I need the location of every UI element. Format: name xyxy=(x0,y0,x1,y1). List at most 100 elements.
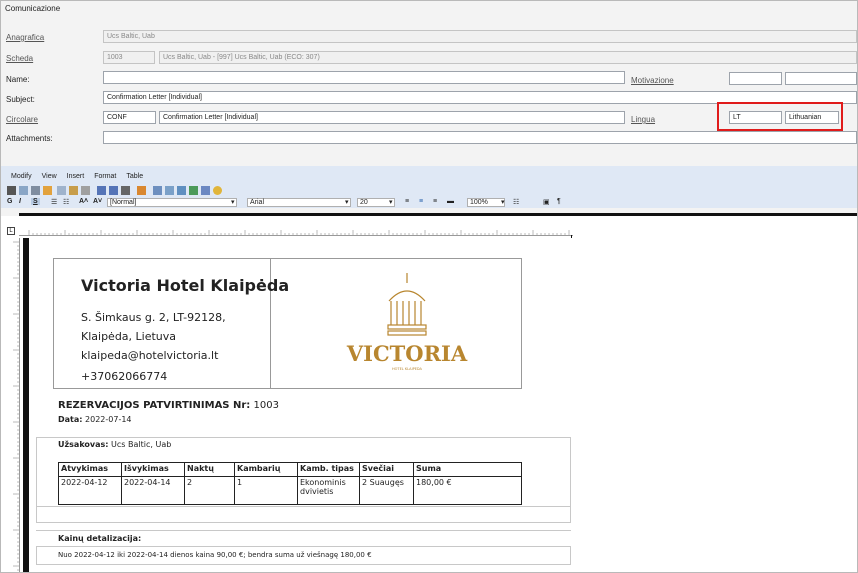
bullets-icon[interactable]: ☰ xyxy=(51,198,57,206)
name-field[interactable] xyxy=(103,71,625,84)
table-row: 2022-04-12 2022-04-14 2 1 Ekonominis dvi… xyxy=(58,476,522,505)
col-rooms: Kambarių xyxy=(234,462,298,477)
motivazione-field[interactable] xyxy=(785,72,857,85)
font-select[interactable]: Arial xyxy=(247,198,351,207)
align-center-icon[interactable]: ≡ xyxy=(419,198,423,205)
circolare-link[interactable]: Circolare xyxy=(6,115,38,124)
scheda-link[interactable]: Scheda xyxy=(6,54,33,63)
cell-sum: 180,00 € xyxy=(413,476,522,505)
highlight-box xyxy=(717,102,843,131)
window-title: Comunicazione xyxy=(5,4,61,13)
image-icon[interactable] xyxy=(153,186,162,195)
preview-icon[interactable] xyxy=(31,186,40,195)
details-text: Nuo 2022-04-12 iki 2022-04-14 dienos kai… xyxy=(58,551,372,559)
name-label: Name: xyxy=(6,75,30,84)
confirmation-heading: REZERVACIJOS PATVIRTINIMAS Nr: 1003 xyxy=(58,400,279,411)
smiley-icon[interactable] xyxy=(213,186,222,195)
hotel-email: klaipeda@hotelvictoria.lt xyxy=(81,349,219,362)
page-margin-bar xyxy=(23,238,29,572)
justify-icon[interactable]: ▬ xyxy=(447,198,454,205)
editor-menu: Modify View Insert Format Table xyxy=(11,173,153,180)
print-icon[interactable] xyxy=(7,186,16,195)
editor-toolbar-area: Modify View Insert Format Table G I S ☰ … xyxy=(1,166,857,208)
undo-icon[interactable] xyxy=(97,186,106,195)
hotel-address-1: S. Šimkaus g. 2, LT-92128, xyxy=(81,311,226,324)
hotel-phone: +37062066774 xyxy=(81,370,168,383)
italic-icon[interactable]: I xyxy=(19,198,21,205)
paste-icon[interactable] xyxy=(69,186,78,195)
circolare-code-field[interactable]: CONF xyxy=(103,111,156,124)
subject-label: Subject: xyxy=(6,95,35,104)
date-value: 2022-07-14 xyxy=(85,415,132,424)
zoom-dropdown-icon[interactable]: ▾ xyxy=(501,198,505,206)
details-label: Kainų detalizacija: xyxy=(58,534,142,543)
scheda-code-field: 1003 xyxy=(103,51,155,64)
cell-room-type: Ekonominis dvivietis xyxy=(297,476,360,505)
frame-icon[interactable] xyxy=(165,186,174,195)
col-room-type: Kamb. tipas xyxy=(297,462,360,477)
horizontal-ruler[interactable] xyxy=(19,225,573,236)
menu-insert[interactable]: Insert xyxy=(67,173,85,180)
grow-font-icon[interactable]: A˄ xyxy=(79,198,88,205)
col-departure: Išvykimas xyxy=(121,462,185,477)
picture-icon[interactable] xyxy=(177,186,186,195)
orderer-line: Užsakovas: Ucs Baltic, Uab xyxy=(58,440,171,449)
heading-number: 1003 xyxy=(253,400,279,411)
size-dropdown-icon[interactable]: ▾ xyxy=(389,198,393,206)
anagrafica-field: Ucs Baltic, Uab xyxy=(103,30,857,43)
chart-icon[interactable] xyxy=(189,186,198,195)
cell-nights: 2 xyxy=(184,476,235,505)
redo-icon[interactable] xyxy=(109,186,118,195)
find-icon[interactable] xyxy=(121,186,130,195)
cut-icon[interactable] xyxy=(43,186,52,195)
vertical-ruler[interactable] xyxy=(5,238,20,573)
pilcrow-icon[interactable]: ¶ xyxy=(557,198,561,205)
col-sum: Suma xyxy=(413,462,522,477)
style-dropdown-icon[interactable]: ▾ xyxy=(231,198,235,206)
col-guests: Svečiai xyxy=(359,462,414,477)
window-icon[interactable] xyxy=(201,186,210,195)
hotel-address-2: Klaipėda, Lietuva xyxy=(81,330,177,343)
frame-divider xyxy=(36,506,571,507)
attachments-field[interactable] xyxy=(103,131,857,144)
table-icon[interactable] xyxy=(137,186,146,195)
menu-format[interactable]: Format xyxy=(94,173,116,180)
page-icon[interactable] xyxy=(19,186,28,195)
lingua-link[interactable]: Lingua xyxy=(631,115,655,124)
menu-view[interactable]: View xyxy=(42,173,57,180)
anagrafica-link[interactable]: Anagrafica xyxy=(6,33,44,42)
cell-rooms: 1 xyxy=(234,476,298,505)
editor-icon-row xyxy=(7,186,287,197)
bold-icon[interactable]: G xyxy=(7,198,12,205)
table-grid-icon[interactable]: ▣ xyxy=(543,198,550,206)
shrink-font-icon[interactable]: A˅ xyxy=(93,198,102,205)
menu-modify[interactable]: Modify xyxy=(11,173,32,180)
font-dropdown-icon[interactable]: ▾ xyxy=(345,198,349,206)
logo-subtext: HOTEL KLAIPEDA xyxy=(392,367,423,371)
copy-icon[interactable] xyxy=(57,186,66,195)
cell-guests: 2 Suaugęs xyxy=(359,476,414,505)
underline-icon[interactable]: S xyxy=(31,198,40,205)
clear-icon[interactable] xyxy=(81,186,90,195)
cell-departure: 2022-04-14 xyxy=(121,476,185,505)
style-select[interactable]: [Normal] xyxy=(107,198,237,207)
list-style-icon[interactable]: ☷ xyxy=(513,198,519,206)
align-left-icon[interactable]: ≡ xyxy=(405,198,409,205)
communication-window: Comunicazione Anagrafica Ucs Baltic, Uab… xyxy=(0,0,858,573)
col-nights: Naktų xyxy=(184,462,235,477)
motivazione-code-field[interactable] xyxy=(729,72,782,85)
menu-table[interactable]: Table xyxy=(126,173,143,180)
scheda-field: Ucs Baltic, Uab - [997] Ucs Baltic, Uab … xyxy=(159,51,857,64)
motivazione-link[interactable]: Motivazione xyxy=(631,76,674,85)
details-divider xyxy=(36,530,571,531)
heading-text: REZERVACIJOS PATVIRTINIMAS Nr: xyxy=(58,400,251,411)
date-line: Data: 2022-07-14 xyxy=(58,415,132,424)
zoom-select[interactable]: 100% xyxy=(467,198,505,207)
align-right-icon[interactable]: ≡ xyxy=(433,198,437,205)
tab-stop-icon[interactable]: L xyxy=(7,227,15,235)
orderer-value: Ucs Baltic, Uab xyxy=(111,440,172,449)
circolare-field[interactable]: Confirmation Letter [Individual] xyxy=(159,111,625,124)
date-label: Data: xyxy=(58,415,83,424)
orderer-label: Užsakovas: xyxy=(58,440,109,449)
numbering-icon[interactable]: ☷ xyxy=(63,198,69,206)
